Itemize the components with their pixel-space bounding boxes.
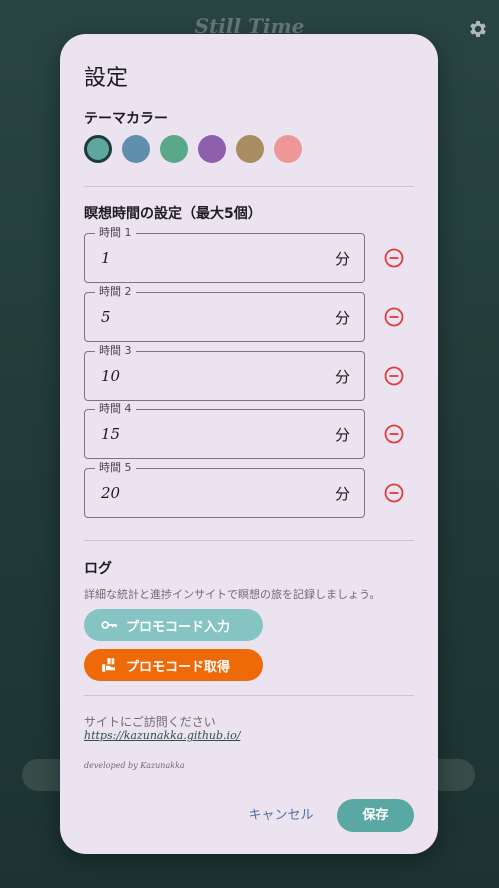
time-field-label: 時間 4 <box>95 402 136 416</box>
promo-code-get-button[interactable]: プロモコード取得 <box>84 649 263 681</box>
divider <box>84 695 414 696</box>
minus-circle-icon[interactable] <box>384 424 404 444</box>
time-field-label: 時間 1 <box>95 226 136 240</box>
theme-color-swatches <box>84 135 312 164</box>
time-row-4: 時間 4 15 分 <box>84 402 414 461</box>
time-unit: 分 <box>334 485 350 503</box>
theme-color-title: テーマカラー <box>84 111 168 127</box>
time-field-value: 5 <box>101 308 111 326</box>
promo-code-input-button[interactable]: プロモコード入力 <box>84 609 263 641</box>
log-title: ログ <box>84 561 112 577</box>
save-button[interactable]: 保存 <box>337 799 414 832</box>
cancel-button[interactable]: キャンセル <box>240 800 322 832</box>
time-unit: 分 <box>334 368 350 386</box>
minus-circle-icon[interactable] <box>384 366 404 386</box>
time-row-5: 時間 5 20 分 <box>84 461 414 520</box>
settings-dialog: 設定 テーマカラー 瞑想時間の設定（最大5個） 時間 1 1 分 時間 2 5 … <box>60 34 438 854</box>
dialog-title: 設定 <box>84 66 129 91</box>
time-field-value: 20 <box>101 484 121 502</box>
key-icon <box>101 621 117 629</box>
time-field-2[interactable]: 時間 2 5 分 <box>84 285 365 342</box>
theme-swatch-brown[interactable] <box>236 135 264 163</box>
minus-circle-icon[interactable] <box>384 307 404 327</box>
time-field-1[interactable]: 時間 1 1 分 <box>84 226 365 283</box>
time-field-5[interactable]: 時間 5 20 分 <box>84 461 365 518</box>
time-field-value: 15 <box>101 425 121 443</box>
theme-swatch-pink[interactable] <box>274 135 302 163</box>
site-visit-label: サイトにご訪問ください <box>84 715 216 729</box>
time-field-label: 時間 2 <box>95 285 136 299</box>
minus-circle-icon[interactable] <box>384 483 404 503</box>
promo-code-input-label: プロモコード入力 <box>126 619 231 635</box>
developer-credit: developed by Kazunakka <box>84 761 185 770</box>
log-description: 詳細な統計と進捗インサイトで瞑想の旅を記録しましょう。 <box>84 588 381 601</box>
meditation-time-title: 瞑想時間の設定（最大5個） <box>84 206 262 222</box>
theme-swatch-blue[interactable] <box>122 135 150 163</box>
time-field-value: 10 <box>101 367 121 385</box>
divider <box>84 186 414 187</box>
time-field-4[interactable]: 時間 4 15 分 <box>84 402 365 459</box>
time-unit: 分 <box>334 250 350 268</box>
gift-hand-icon <box>102 658 115 672</box>
time-field-3[interactable]: 時間 3 10 分 <box>84 344 365 401</box>
theme-swatch-teal[interactable] <box>84 135 112 163</box>
time-field-label: 時間 3 <box>95 344 136 358</box>
time-unit: 分 <box>334 426 350 444</box>
site-link[interactable]: https://kazunakka.github.io/ <box>84 729 240 742</box>
time-field-value: 1 <box>101 249 111 267</box>
theme-swatch-green[interactable] <box>160 135 188 163</box>
promo-code-get-label: プロモコード取得 <box>126 659 231 675</box>
time-row-1: 時間 1 1 分 <box>84 226 414 285</box>
time-row-3: 時間 3 10 分 <box>84 344 414 403</box>
theme-swatch-purple[interactable] <box>198 135 226 163</box>
time-row-2: 時間 2 5 分 <box>84 285 414 344</box>
time-field-label: 時間 5 <box>95 461 136 475</box>
minus-circle-icon[interactable] <box>384 248 404 268</box>
time-unit: 分 <box>334 309 350 327</box>
divider <box>84 540 414 541</box>
